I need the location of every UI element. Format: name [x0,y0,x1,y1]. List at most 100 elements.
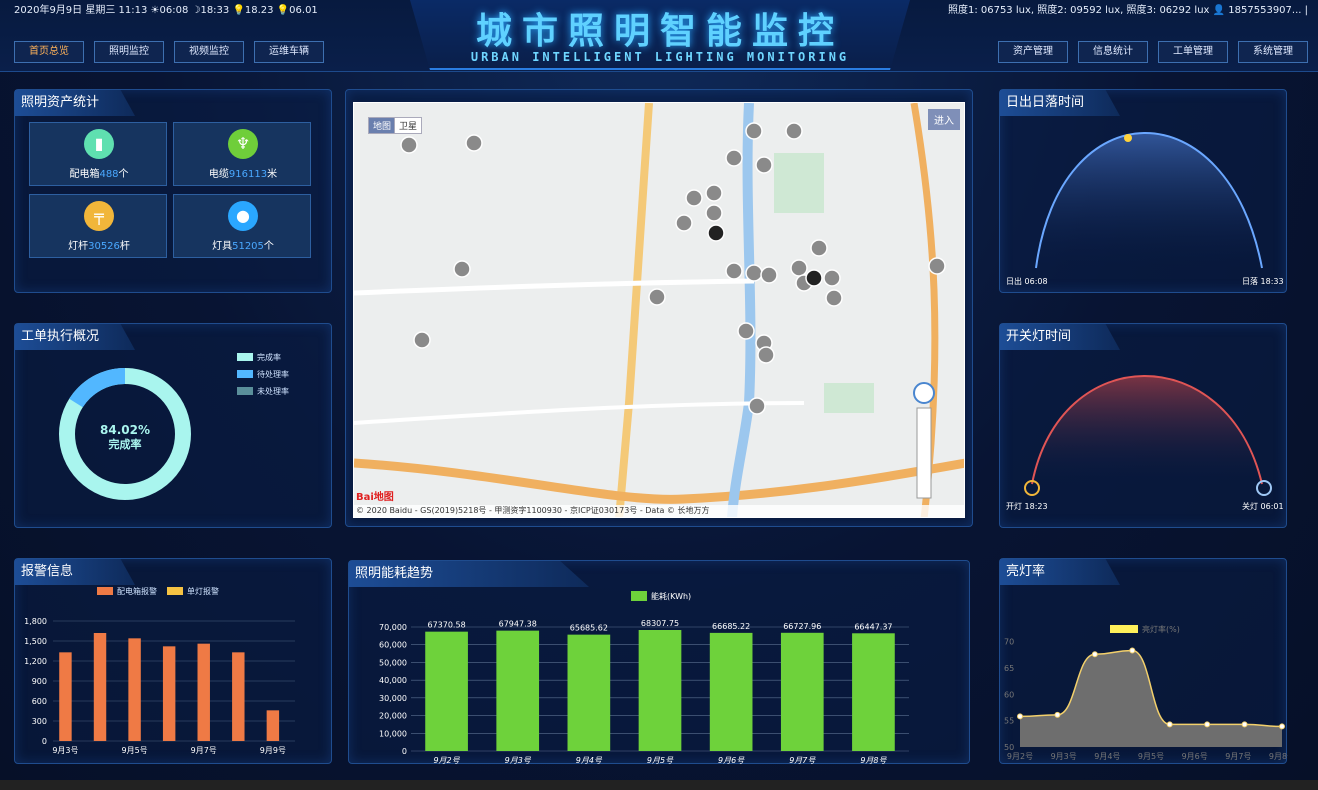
asset-label: 灯杆 [68,241,89,252]
legend-label: 配电箱报警 [117,586,157,596]
baidu-logo: Bai地图 [356,492,394,503]
y-tick-label: 0 [402,747,407,756]
sunrise-panel: 日出日落时间 日出 06:08 日落 18:33 [999,89,1287,293]
y-tick-label: 60 [1004,690,1014,699]
y-tick-label: 40,000 [379,676,407,685]
nav-home[interactable]: 首页总览 [14,41,84,63]
donut-sublabel: 完成率 [109,437,142,451]
energy-bar [852,633,895,751]
y-tick-label: 1,500 [24,637,47,646]
light-off-icon [1256,480,1272,496]
map-canvas[interactable] [354,103,965,518]
y-tick-label: 900 [32,677,47,686]
panel-title: 报警信息 [15,559,135,585]
donut-percent: 84.02% [100,423,150,437]
asset-label: 配电箱 [69,169,100,180]
nav-video[interactable]: 视频监控 [174,41,244,63]
rate-point [1091,651,1098,658]
legend-swatch [167,587,183,595]
data-label: 68307.75 [641,619,679,628]
sun-arc-chart [1035,132,1263,269]
lightrate-chart: 亮灯率(%) 50 55 60 65 70 9月2号 9月3号 9月4号 9月5号 9月6号 9月7号… [1004,624,1288,761]
energy-bar [638,629,682,751]
x-tick-label: 9月9号 [260,746,286,755]
legend-label: 单灯报警 [187,586,219,596]
legend-swatch [1110,625,1138,633]
rate-area [1020,650,1282,747]
x-tick-label: 9月2号 [433,756,460,765]
x-tick-label: 9月5号 [121,746,147,755]
dashboard: 2020年9月9日 星期三 11:13 ☀06:08 ☽18:33 💡18.23… [0,0,1318,790]
satellite-type-button[interactable]: 卫星 [394,117,423,134]
x-tick-label: 9月8号 [1269,752,1288,761]
nav-statistics[interactable]: 信息统计 [1078,41,1148,63]
assets-panel: 照明资产统计 ▮ 配电箱488个 ♆ 电缆916113米 ╤ 灯杆30526杆 … [14,89,332,293]
data-label: 65685.62 [570,624,608,633]
energy-bar [780,632,824,751]
asset-unit: 个 [263,241,274,252]
asset-label: 电缆 [208,169,229,180]
y-tick-label: 55 [1004,717,1014,726]
datetime-status: 2020年9月9日 星期三 11:13 ☀06:08 ☽18:33 💡18.23… [14,5,318,16]
panel-title: 亮灯率 [1000,559,1120,585]
nav-vehicles[interactable]: 运维车辆 [254,41,324,63]
asset-value: 30526 [88,241,120,252]
nav-workorders[interactable]: 工单管理 [1158,41,1228,63]
pole-icon: ╤ [84,201,114,231]
data-label: 66447.37 [854,622,892,631]
rate-point [1241,721,1248,728]
legend-swatch [97,587,113,595]
x-tick-label: 9月6号 [718,756,745,765]
map-type-button[interactable]: 地图 [368,117,397,134]
y-tick-label: 300 [32,717,47,726]
x-tick-label: 9月7号 [191,746,217,755]
rate-point [1279,723,1285,730]
y-tick-label: 1,200 [24,657,47,666]
asset-value: 51205 [232,241,264,252]
data-label: 67370.58 [427,621,465,630]
y-tick-label: 0 [42,737,47,746]
sun-icon [1124,134,1132,142]
legend-label: 亮灯率(%) [1142,624,1180,634]
y-tick-label: 70,000 [379,623,407,632]
nav-lighting[interactable]: 照明监控 [94,41,164,63]
asset-card-lamp[interactable]: ● 灯具51205个 [173,194,311,258]
enter-button[interactable]: 进入 [928,109,960,130]
light-on-label: 开灯 18:23 [1006,502,1048,511]
alarm-bar [128,638,141,741]
asset-card-box[interactable]: ▮ 配电箱488个 [29,122,167,186]
alarm-bar [162,646,176,741]
energy-bar [425,631,468,751]
alarm-panel: 报警信息 配电箱报警 单灯报警 0 300 600 900 1,200 1,500 1,800 9… [14,558,332,764]
city-map[interactable]: 地图 卫星 进入 Bai地图 © 2020 Baidu - GS(2019)52… [353,102,965,518]
switchlight-panel: 开关灯时间 开灯 18:23 关灯 06:01 [999,323,1287,528]
alarm-bar [93,633,107,741]
page-title: 城市照明智能监控 [475,11,844,52]
asset-card-cable[interactable]: ♆ 电缆916113米 [173,122,311,186]
x-tick-label: 9月3号 [1051,752,1077,761]
alarm-bar [59,652,72,741]
alarm-bar [232,652,245,741]
energy-chart: 能耗(KWh) 0 10,000 20,000 30,000 40,000 50,000 60… [379,591,909,765]
panel-title: 日出日落时间 [1000,90,1120,116]
bulb-icon: ● [228,201,258,231]
light-off-label: 关灯 06:01 [1242,502,1284,511]
y-tick-label: 60,000 [379,641,407,650]
panel-title: 照明能耗趋势 [349,561,589,587]
y-tick-label: 600 [32,697,47,706]
energy-bar [709,632,753,751]
asset-unit: 杆 [119,241,130,252]
y-tick-label: 1,800 [24,617,47,626]
y-tick-label: 70 [1004,638,1014,647]
legend-unprocessed: 未处理率 [237,386,289,397]
nav-system[interactable]: 系统管理 [1238,41,1308,63]
x-tick-label: 9月5号 [1138,752,1164,761]
tower-icon: ♆ [228,129,258,159]
x-tick-label: 9月7号 [789,756,816,765]
y-tick-label: 30,000 [379,694,407,703]
x-tick-label: 9月4号 [576,756,603,765]
x-tick-label: 9月6号 [1182,752,1208,761]
asset-card-pole[interactable]: ╤ 灯杆30526杆 [29,194,167,258]
nav-assets[interactable]: 资产管理 [998,41,1068,63]
x-tick-label: 9月4号 [1094,752,1120,761]
